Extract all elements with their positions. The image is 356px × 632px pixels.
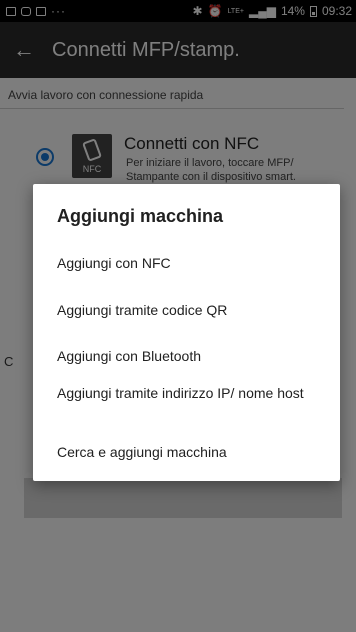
dialog-title: Aggiungi macchina <box>57 206 224 226</box>
add-machine-dialog: Aggiungi macchina Aggiungi con NFC Aggiu… <box>33 184 340 481</box>
add-with-qr-code-item[interactable]: Aggiungi tramite codice QR <box>57 301 317 319</box>
add-with-bluetooth-item[interactable]: Aggiungi con Bluetooth <box>57 347 317 365</box>
add-with-ip-address-item[interactable]: Aggiungi tramite indirizzo IP/ nome host <box>57 384 317 402</box>
search-and-add-machine-item[interactable]: Cerca e aggiungi macchina <box>57 443 317 461</box>
add-with-nfc-item[interactable]: Aggiungi con NFC <box>57 254 317 272</box>
